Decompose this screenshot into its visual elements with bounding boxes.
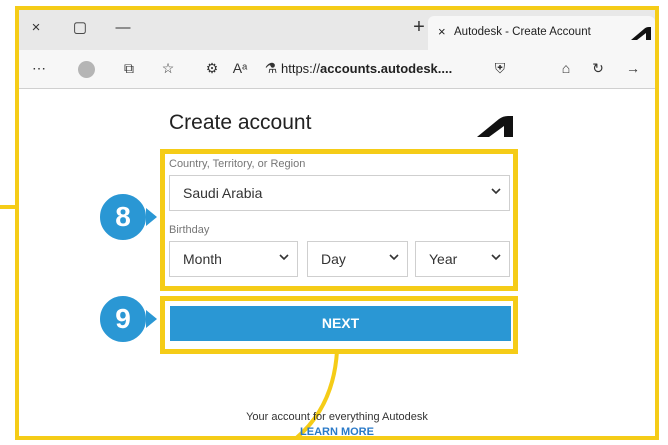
step-9-highlight (160, 296, 518, 354)
learn-more-link[interactable]: LEARN MORE (19, 426, 655, 436)
forward-icon[interactable]: → (622, 58, 644, 78)
step-8-badge-pointer (146, 208, 157, 226)
autodesk-logo-icon (477, 116, 513, 137)
page-title: Create account (169, 111, 312, 134)
step-9-badge-pointer (146, 310, 157, 328)
window-minimize-icon[interactable]: — (112, 18, 134, 38)
autodesk-tab-logo-icon (631, 27, 651, 40)
callout-connector-line (0, 205, 16, 209)
url-host: accounts.autodesk.... (320, 61, 453, 76)
tab-title: Autodesk - Create Account (454, 26, 591, 38)
favorites-icon[interactable]: ☆ (157, 58, 179, 78)
url-link-icon: ⚗ (264, 60, 278, 76)
url-prefix: https:// (281, 61, 321, 76)
extensions-icon[interactable]: ⚙ (201, 58, 223, 78)
refresh-icon[interactable]: ↻ (587, 58, 609, 78)
browser-tab[interactable]: × Autodesk - Create Account (428, 16, 655, 50)
tab-bar: × ▢ — + × Autodesk - Create Account (19, 10, 655, 50)
step-8-badge: 8 (97, 191, 149, 243)
footer-text: Your account for everything Autodesk (246, 411, 428, 423)
browser-toolbar: ⋯ ⧉ ☆ ⚙ Aᵃ ⚗ https://accounts.autodesk..… (19, 50, 655, 89)
page-content: Create account Country, Territory, or Re… (19, 89, 655, 436)
step-9-badge: 9 (97, 293, 149, 345)
address-bar[interactable]: https://accounts.autodesk.... (281, 61, 452, 76)
more-icon[interactable]: ⋯ (28, 58, 50, 78)
tab-close-icon[interactable]: × (438, 24, 446, 39)
window-close-icon[interactable]: × (25, 18, 47, 38)
step-8-highlight (160, 149, 518, 291)
profile-avatar[interactable] (78, 61, 95, 78)
collections-icon[interactable]: ⧉ (118, 58, 140, 78)
home-icon[interactable]: ⌂ (555, 58, 577, 78)
window-maximize-icon[interactable]: ▢ (69, 18, 91, 38)
site-info-icon[interactable]: ⛨ (489, 58, 511, 78)
new-tab-button[interactable]: + (408, 16, 430, 38)
read-aloud-icon[interactable]: Aᵃ (229, 58, 251, 78)
